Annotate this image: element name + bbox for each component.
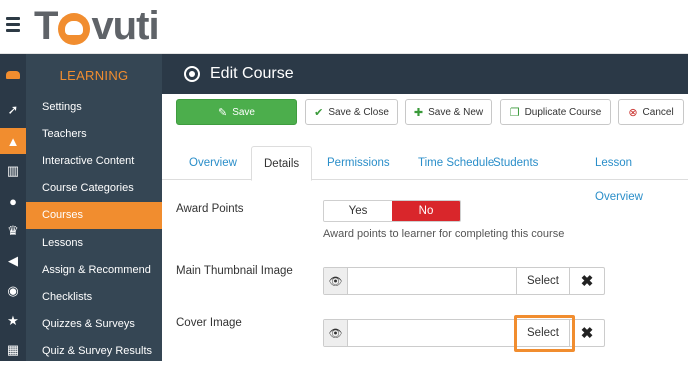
learning-menu: LEARNING Settings Teachers Interactive C… [26, 54, 162, 361]
main-thumbnail-input[interactable] [348, 268, 517, 294]
main-thumbnail-clear-icon[interactable]: ✖ [570, 268, 604, 294]
tab-overview[interactable]: Overview [177, 146, 249, 180]
page-header: Edit Course [162, 54, 688, 94]
award-points-help-text: Award points to learner for completing t… [323, 228, 565, 240]
cover-image-field: 👁 Select ✖ [323, 319, 605, 347]
cover-image-select-button[interactable]: Select [517, 320, 570, 346]
users-icon[interactable]: ● [0, 188, 26, 214]
tab-lesson-overview[interactable]: Lesson Overview [583, 146, 688, 203]
main-thumbnail-field: 👁 Select ✖ [323, 267, 605, 295]
duplicate-course-label: Duplicate Course [524, 106, 602, 118]
duplicate-course-button[interactable]: ❐ Duplicate Course [500, 99, 611, 125]
save-label: Save [232, 106, 255, 118]
trophy-icon[interactable]: ♛ [0, 218, 26, 244]
tovuti-logo[interactable]: Tvuti [34, 3, 160, 48]
cover-image-clear-icon[interactable]: ✖ [570, 320, 604, 346]
top-bar: Tvuti [0, 0, 688, 54]
bar-chart-icon[interactable]: ▥ [0, 158, 26, 184]
page-title: Edit Course [210, 65, 294, 82]
cake-icon[interactable] [0, 62, 26, 88]
toolbar: ✎ Save ✔ Save & Close ✚ Save & New ❐ Dup… [162, 94, 688, 134]
menu-item-lessons[interactable]: Lessons [26, 230, 162, 257]
star-icon[interactable]: ★ [0, 308, 26, 334]
save-button[interactable]: ✎ Save [176, 99, 297, 125]
copy-icon: ❐ [509, 106, 520, 119]
menu-item-interactive-content[interactable]: Interactive Content [26, 148, 162, 175]
graduation-cap-icon[interactable]: ▲ [0, 128, 26, 154]
tab-students[interactable]: Students [481, 146, 550, 180]
save-new-label: Save & New [428, 106, 484, 118]
award-points-no-option[interactable]: No [392, 201, 460, 221]
menu-header: LEARNING [59, 68, 129, 83]
tab-permissions[interactable]: Permissions [315, 146, 402, 180]
rocket-icon[interactable]: ➚ [0, 97, 26, 123]
save-close-label: Save & Close [328, 106, 389, 118]
megaphone-icon[interactable]: ◀ [0, 248, 26, 274]
menu-item-teachers[interactable]: Teachers [26, 121, 162, 148]
logo-text: T [34, 3, 58, 48]
edit-icon: ✎ [217, 106, 228, 119]
award-points-toggle: Yes No [323, 200, 461, 222]
menu-item-checklists[interactable]: Checklists [26, 284, 162, 311]
cancel-label: Cancel [642, 106, 674, 118]
award-points-label: Award Points [176, 203, 244, 215]
main-thumbnail-label: Main Thumbnail Image [176, 265, 293, 277]
menu-item-assign-recommend[interactable]: Assign & Recommend [26, 257, 162, 284]
cover-image-label: Cover Image [176, 317, 242, 329]
main-thumbnail-select-button[interactable]: Select [517, 268, 570, 294]
tab-details[interactable]: Details [251, 146, 313, 181]
plus-icon: ✚ [413, 106, 424, 119]
cancel-button[interactable]: ⊗ Cancel [618, 99, 684, 125]
save-new-button[interactable]: ✚ Save & New [405, 99, 492, 125]
award-points-yes-option[interactable]: Yes [324, 201, 392, 221]
cover-image-input[interactable] [348, 320, 517, 346]
cancel-circle-icon: ⊗ [628, 106, 638, 119]
logo-text: vuti [91, 3, 159, 48]
check-icon: ✔ [314, 106, 324, 119]
tab-bar: Overview Details Permissions Time Schedu… [162, 146, 688, 203]
table-icon[interactable]: ▦ [0, 337, 26, 363]
eye-icon[interactable]: 👁 [324, 268, 348, 294]
icon-rail: ➚ ▲ ▥ ● ♛ ◀ ◉ ★ ▦ [0, 54, 26, 361]
menu-item-course-categories[interactable]: Course Categories [26, 175, 162, 202]
menu-item-courses[interactable]: Courses [26, 202, 162, 229]
elephant-logo-icon [58, 13, 91, 45]
radio-circle-icon [184, 66, 200, 82]
eye-icon[interactable]: 👁 [324, 320, 348, 346]
save-close-button[interactable]: ✔ Save & Close [305, 99, 398, 125]
rss-icon[interactable]: ◉ [0, 278, 26, 304]
menu-item-settings[interactable]: Settings [26, 94, 162, 121]
hamburger-menu-icon[interactable] [6, 17, 20, 33]
menu-item-quizzes-surveys[interactable]: Quizzes & Surveys [26, 311, 162, 338]
